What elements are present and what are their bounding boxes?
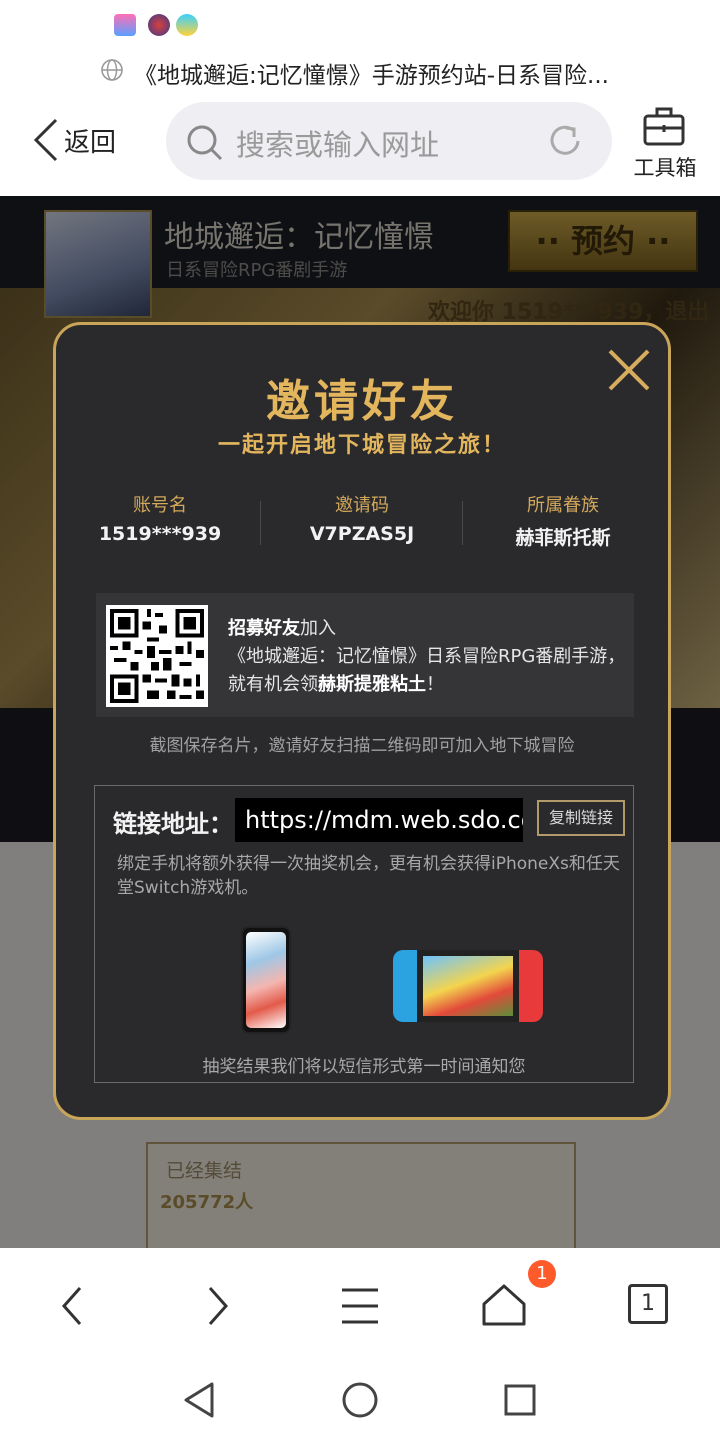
invite-code-info: 邀请码 V7PZAS5J (262, 491, 462, 545)
page-title-bar: 《地城邂逅:记忆憧憬》手游预约站-日系冒险... (0, 50, 720, 92)
modal-title: 邀请好友 (266, 376, 458, 427)
search-icon (187, 125, 223, 161)
iphone-image (241, 926, 291, 1034)
link-panel: 链接地址： https://mdm.web.sdo.com 复制链接 绑定手机将… (94, 785, 634, 1083)
back-icon[interactable] (44, 1276, 104, 1336)
app-notification-icon (148, 14, 170, 36)
back-button[interactable]: 返回 (30, 118, 116, 162)
account-key: 账号名 (133, 495, 187, 516)
system-back-icon[interactable] (182, 1380, 218, 1420)
browser-bottom-nav: 1 1 (0, 1248, 720, 1360)
copy-link-button[interactable]: 复制链接 (537, 800, 625, 836)
toolbox-icon (643, 107, 685, 146)
video-app-icon (176, 14, 198, 36)
link-label: 链接地址： (113, 810, 233, 838)
recruit-join: 加入 (300, 618, 336, 639)
back-label: 返回 (64, 127, 117, 158)
recruit-reward: 赫斯提雅粘土 (318, 674, 426, 695)
app-notification-icon (114, 14, 136, 36)
account-value: 1519***939 (98, 523, 222, 545)
system-home-icon[interactable] (340, 1380, 380, 1420)
invite-modal: 邀请好友 一起开启地下城冒险之旅！ 账号名 1519***939 邀请码 V7P… (53, 322, 671, 1120)
invite-code-value: V7PZAS5J (309, 523, 415, 545)
chevron-left-icon (33, 118, 58, 162)
bind-description: 绑定手机将额外获得一次抽奖机会，更有机会获得iPhoneXs和任天堂Switch… (117, 854, 620, 898)
toolbox-label: 工具箱 (633, 156, 697, 180)
recruit-text: 招募好友加入 《地城邂逅：记忆憧憬》日系冒险RPG番剧手游， 就有机会领赫斯提雅… (228, 615, 625, 699)
menu-icon[interactable] (330, 1276, 390, 1336)
toolbox-button[interactable]: 工具箱 (628, 102, 708, 182)
notice-text: 抽奖结果我们将以短信形式第一时间通知您 (202, 1057, 526, 1077)
system-nav-bar (0, 1360, 720, 1440)
switch-image (393, 950, 543, 1024)
recruit-game-line: 《地城邂逅：记忆憧憬》日系冒险RPG番剧手游， (228, 646, 626, 667)
recruit-reward-pre: 就有机会领 (228, 674, 318, 695)
familia-key: 所属眷族 (527, 495, 599, 516)
modal-subtitle: 一起开启地下城冒险之旅！ (217, 433, 506, 458)
forward-icon[interactable] (188, 1276, 248, 1336)
recruit-reward-post: ！ (426, 674, 444, 695)
home-badge: 1 (528, 1260, 556, 1288)
home-icon[interactable] (474, 1276, 534, 1336)
search-input[interactable]: 搜索或输入网址 (166, 102, 612, 180)
save-hint: 截图保存名片，邀请好友扫描二维码即可加入地下城冒险 (149, 736, 575, 756)
familia-value: 赫菲斯托斯 (515, 527, 611, 549)
qr-code (106, 605, 208, 707)
divider (260, 501, 261, 545)
status-bar (0, 0, 720, 50)
search-placeholder: 搜索或输入网址 (236, 128, 440, 162)
familia-info: 所属眷族 赫菲斯托斯 (463, 491, 663, 550)
tabs-button[interactable]: 1 (628, 1284, 668, 1324)
link-url-field[interactable]: https://mdm.web.sdo.com (235, 798, 523, 842)
globe-icon (101, 59, 123, 81)
refresh-icon[interactable] (546, 122, 584, 160)
system-recents-icon[interactable] (502, 1382, 538, 1418)
recruit-card: 招募好友加入 《地城邂逅：记忆憧憬》日系冒险RPG番剧手游， 就有机会领赫斯提雅… (96, 593, 634, 717)
recruit-bold: 招募好友 (228, 618, 300, 639)
account-info: 账号名 1519***939 (60, 491, 260, 545)
browser-toolbar: 返回 搜索或输入网址 工具箱 (0, 92, 720, 196)
invite-code-key: 邀请码 (335, 495, 389, 516)
page-title: 《地城邂逅:记忆憧憬》手游预约站-日系冒险... (134, 63, 609, 89)
